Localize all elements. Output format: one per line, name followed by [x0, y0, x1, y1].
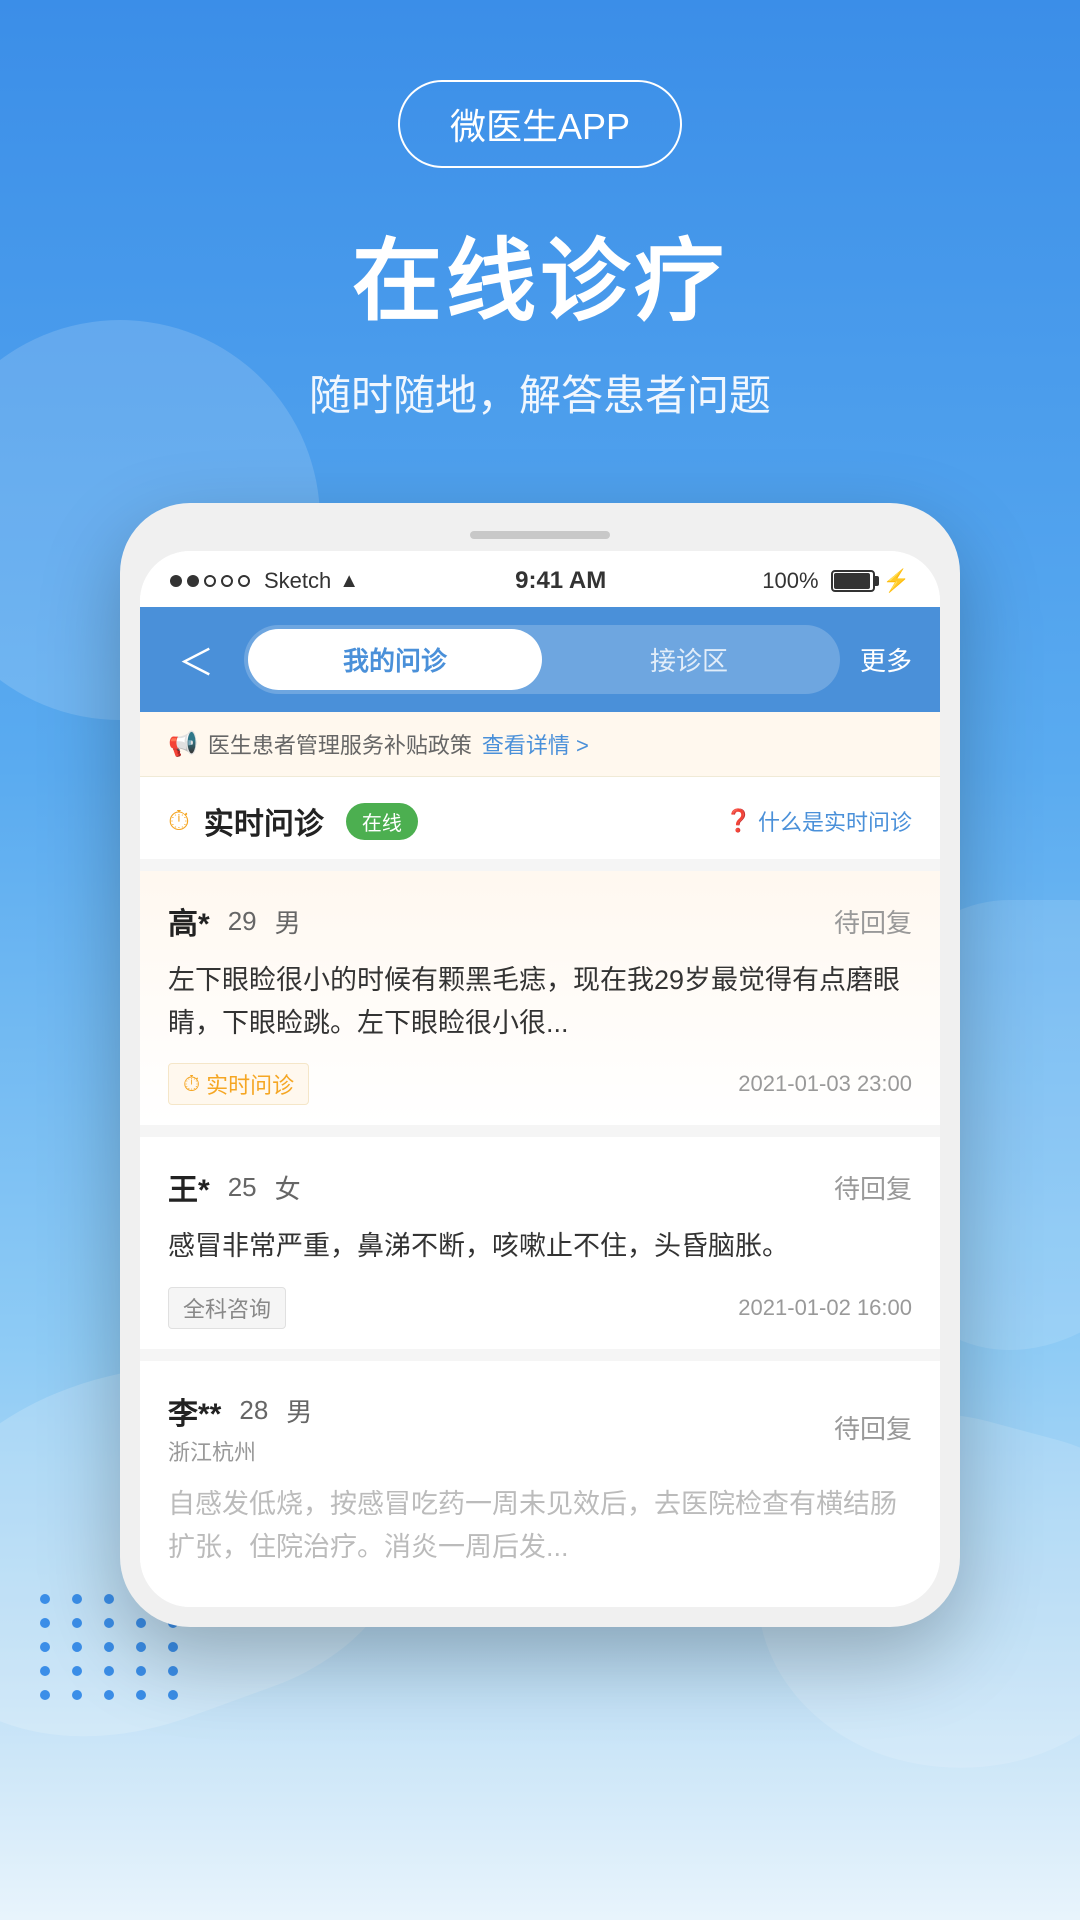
main-title: 在线诊疗	[352, 208, 728, 338]
status-right: 100% ⚡	[762, 568, 910, 594]
card-2-footer: 全科咨询 2021-01-02 16:00	[168, 1287, 912, 1329]
card-3-content: 自感发低烧，按感冒吃药一周未见效后，去医院检查有横结肠扩张，住院治疗。消炎一周后…	[168, 1483, 912, 1569]
tab-reception[interactable]: 接诊区	[542, 629, 836, 690]
patient-name-3: 李**	[168, 1389, 221, 1433]
realtime-section-header: ⏱ 实时问诊 在线 ❓ 什么是实时问诊	[140, 777, 940, 859]
card-2-content: 感冒非常严重，鼻涕不断，咳嗽止不住，头昏脑胀。	[168, 1225, 912, 1268]
back-button[interactable]: ＜	[168, 630, 224, 690]
carrier-label: Sketch	[264, 568, 331, 594]
phone-mockup: Sketch ▲ 9:41 AM 100% ⚡ ＜	[120, 503, 960, 1627]
card-1-content: 左下眼睑很小的时候有颗黑毛痣，现在我29岁最觉得有点磨眼睛，下眼睑跳。左下眼睑很…	[168, 959, 912, 1045]
type-icon-1: ⏱	[183, 1071, 200, 1097]
page-header: 微医生APP 在线诊疗 随时随地，解答患者问题	[0, 0, 1080, 503]
card-3-header: 李** 28 男 浙江杭州 待回复	[168, 1389, 912, 1467]
patient-name-1: 高*	[168, 899, 210, 943]
patient-age-2: 25	[228, 1172, 257, 1203]
patient-info-3: 李** 28 男 浙江杭州	[168, 1389, 312, 1467]
notice-text: 医生患者管理服务补贴政策	[208, 728, 472, 760]
patient-age-3: 28	[239, 1395, 268, 1426]
status-3: 待回复	[834, 1409, 912, 1446]
patient-gender-2: 女	[275, 1169, 301, 1206]
notice-icon: 📢	[168, 730, 198, 759]
card-2-time: 2021-01-02 16:00	[738, 1295, 912, 1321]
type-badge-1: ⏱ 实时问诊	[168, 1063, 309, 1105]
battery-icon	[831, 570, 875, 592]
realtime-title: 实时问诊	[204, 799, 324, 843]
consult-card-3[interactable]: 李** 28 男 浙江杭州 待回复 自感发低烧，按感冒吃药一周未见效后，去医院检…	[140, 1349, 940, 1607]
status-left: Sketch ▲	[170, 568, 359, 594]
card-1-header: 高* 29 男 待回复	[168, 899, 912, 943]
consult-card-1[interactable]: 高* 29 男 待回复 左下眼睑很小的时候有颗黑毛痣，现在我29岁最觉得有点磨眼…	[140, 859, 940, 1125]
consult-card-2[interactable]: 王* 25 女 待回复 感冒非常严重，鼻涕不断，咳嗽止不住，头昏脑胀。 全科咨询…	[140, 1125, 940, 1348]
notice-link[interactable]: 查看详情 >	[482, 728, 589, 760]
patient-location-3: 浙江杭州	[168, 1435, 312, 1467]
wifi-icon: ▲	[339, 570, 359, 593]
patient-info-2: 王* 25 女	[168, 1165, 301, 1209]
app-badge: 微医生APP	[398, 80, 682, 168]
type-text-1: 实时问诊	[206, 1068, 294, 1100]
phone-inner: Sketch ▲ 9:41 AM 100% ⚡ ＜	[140, 551, 940, 1607]
notice-bar: 📢 医生患者管理服务补贴政策 查看详情 >	[140, 712, 940, 777]
nav-tabs: 我的问诊 接诊区	[244, 625, 840, 694]
status-signal	[170, 575, 250, 587]
status-bar: Sketch ▲ 9:41 AM 100% ⚡	[140, 551, 940, 607]
realtime-icon: ⏱	[168, 805, 190, 838]
card-2-header: 王* 25 女 待回复	[168, 1165, 912, 1209]
patient-gender-1: 男	[275, 903, 301, 940]
subtitle: 随时随地，解答患者问题	[309, 362, 771, 423]
phone-speaker	[470, 531, 610, 539]
bolt-icon: ⚡	[883, 568, 910, 594]
patient-gender-3: 男	[286, 1392, 312, 1429]
status-1: 待回复	[834, 903, 912, 940]
help-button[interactable]: ❓ 什么是实时问诊	[725, 805, 912, 837]
section-title-left: ⏱ 实时问诊 在线	[168, 799, 418, 843]
card-1-time: 2021-01-03 23:00	[738, 1071, 912, 1097]
status-time: 9:41 AM	[515, 567, 606, 595]
type-badge-2: 全科咨询	[168, 1287, 286, 1329]
patient-name-2: 王*	[168, 1165, 210, 1209]
help-icon: ❓	[725, 808, 752, 834]
more-button[interactable]: 更多	[860, 641, 912, 678]
tab-my-consult[interactable]: 我的问诊	[248, 629, 542, 690]
online-badge: 在线	[346, 803, 418, 840]
patient-info-1: 高* 29 男	[168, 899, 301, 943]
page-background: 微医生APP 在线诊疗 随时随地，解答患者问题	[0, 0, 1080, 1920]
card-1-footer: ⏱ 实时问诊 2021-01-03 23:00	[168, 1063, 912, 1105]
patient-age-1: 29	[228, 906, 257, 937]
help-text: 什么是实时问诊	[758, 805, 912, 837]
battery-percentage: 100%	[762, 568, 818, 594]
nav-bar: ＜ 我的问诊 接诊区 更多	[140, 607, 940, 712]
status-2: 待回复	[834, 1169, 912, 1206]
phone-container: Sketch ▲ 9:41 AM 100% ⚡ ＜	[0, 503, 1080, 1627]
